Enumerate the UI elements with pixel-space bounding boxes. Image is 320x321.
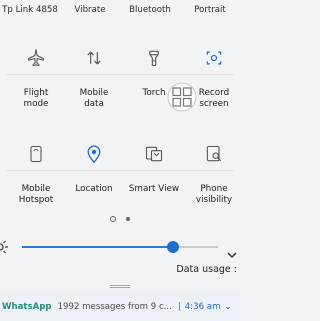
wifi-network-label[interactable]: Tp Link 4858 <box>0 5 60 15</box>
page-dot[interactable] <box>126 217 130 221</box>
quick-settings-grid: Flight mode Mobile data Torch Record scr… <box>0 42 240 234</box>
notification-app-name: WhatsApp <box>2 301 52 312</box>
torch-icon <box>142 46 166 70</box>
tile-mobile-data[interactable]: Mobile data <box>64 42 124 138</box>
tile-label: Phone visibility <box>195 184 233 205</box>
brightness-thumb[interactable] <box>166 241 179 253</box>
record-screen-icon <box>202 46 226 70</box>
chevron-down-icon[interactable]: ⌄ <box>220 302 231 312</box>
page-dot-active[interactable] <box>110 216 116 222</box>
tile-label: Mobile Hotspot <box>18 184 54 205</box>
airplane-icon <box>24 46 48 70</box>
bluetooth-label[interactable]: Bluetooth <box>120 5 180 15</box>
page-indicator <box>0 214 240 224</box>
tile-label: Flight mode <box>23 88 49 109</box>
data-arrows-icon <box>82 46 106 70</box>
brightness-slider[interactable] <box>0 232 240 262</box>
data-usage-label[interactable]: Data usage : <box>176 264 240 278</box>
tile-label: Mobile data <box>79 88 109 109</box>
divider <box>6 170 234 171</box>
quick-settings-header-row: Tp Link 4858 Vibrate Bluetooth Portrait <box>0 0 240 20</box>
notification-message: 1992 messages from 9 c... <box>57 301 172 312</box>
hotspot-icon <box>24 142 48 166</box>
notification-separator: | <box>177 301 181 312</box>
location-icon <box>82 142 106 166</box>
tile-row-1: Flight mode Mobile data Torch Record scr… <box>0 42 240 138</box>
phone-visibility-icon <box>202 142 226 166</box>
notification-bar[interactable]: WhatsApp 1992 messages from 9 c... | 4:3… <box>0 292 240 321</box>
tile-label: Smart View <box>128 184 180 194</box>
smart-view-icon <box>142 142 166 166</box>
notification-time: 4:36 am <box>184 301 221 312</box>
drag-handle[interactable] <box>110 285 130 288</box>
divider <box>6 74 234 75</box>
brightness-fill <box>22 246 173 248</box>
grid-overlay-icon[interactable] <box>167 82 197 112</box>
tile-flight-mode[interactable]: Flight mode <box>6 42 66 138</box>
brightness-track[interactable] <box>22 246 218 248</box>
chevron-down-icon[interactable] <box>227 244 237 259</box>
rotation-label[interactable]: Portrait <box>180 5 240 15</box>
brightness-sun-icon <box>0 239 10 255</box>
sound-mode-label[interactable]: Vibrate <box>60 5 120 15</box>
tile-label: Location <box>75 184 113 194</box>
